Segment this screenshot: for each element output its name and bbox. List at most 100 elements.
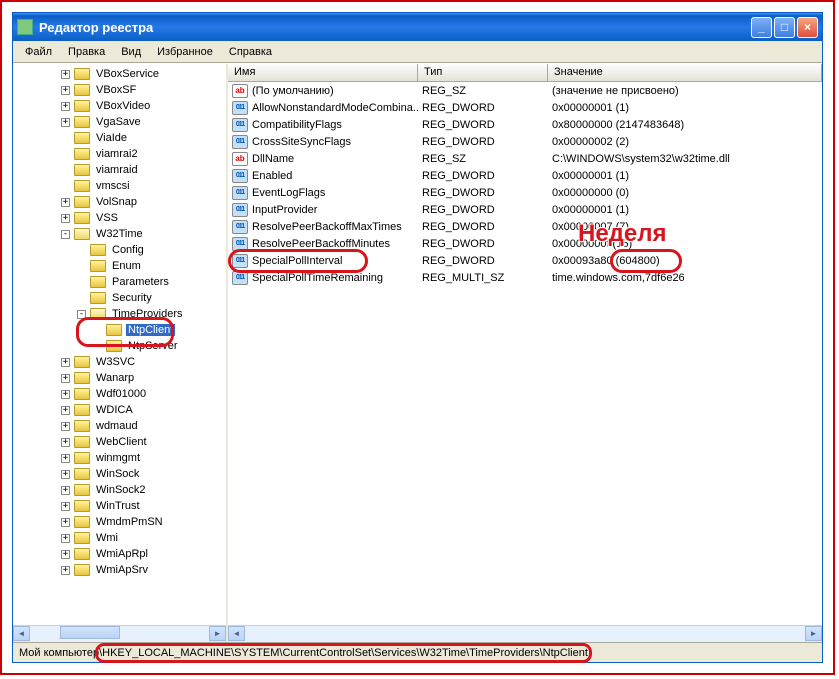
tree-label[interactable]: WDICA — [94, 404, 135, 416]
tree-item[interactable]: +VBoxSF — [13, 82, 226, 98]
tree-label[interactable]: NtpServer — [126, 340, 180, 352]
tree-label[interactable]: Parameters — [110, 276, 171, 288]
scroll-right-button[interactable]: ► — [209, 626, 226, 641]
expand-icon[interactable]: + — [61, 70, 70, 79]
tree-item[interactable]: ViaIde — [13, 130, 226, 146]
tree-label[interactable]: ViaIde — [94, 132, 129, 144]
menu-help[interactable]: Справка — [221, 44, 280, 60]
tree-label[interactable]: wdmaud — [94, 420, 140, 432]
value-row[interactable]: (По умолчанию)REG_SZ(значение не присвое… — [228, 82, 822, 99]
tree-label[interactable]: Config — [110, 244, 146, 256]
tree-label[interactable]: WinSock2 — [94, 484, 148, 496]
tree-item[interactable]: + WinSock — [13, 466, 226, 482]
menu-favorites[interactable]: Избранное — [149, 44, 221, 60]
tree-label[interactable]: Wdf01000 — [94, 388, 148, 400]
list-body[interactable]: Неделя (По умолчанию)REG_SZ(значение не … — [228, 82, 822, 625]
tree-label[interactable]: WinTrust — [94, 500, 142, 512]
tree-item[interactable]: + WebClient — [13, 434, 226, 450]
value-row[interactable]: SpecialPollTimeRemainingREG_MULTI_SZtime… — [228, 269, 822, 286]
tree-item[interactable]: viamraid — [13, 162, 226, 178]
tree-label[interactable]: WebClient — [94, 436, 149, 448]
tree-item[interactable]: - W32Time — [13, 226, 226, 242]
tree-item[interactable]: +winmgmt — [13, 450, 226, 466]
tree-label[interactable]: WmiApRpl — [94, 548, 150, 560]
expand-icon[interactable]: + — [61, 86, 70, 95]
value-row[interactable]: DllNameREG_SZC:\WINDOWS\system32\w32time… — [228, 150, 822, 167]
expand-icon[interactable]: + — [61, 358, 70, 367]
menu-view[interactable]: Вид — [113, 44, 149, 60]
expand-icon[interactable]: + — [61, 534, 70, 543]
tree-scrollbar-horizontal[interactable]: ◄ ► — [13, 625, 226, 642]
tree-item[interactable]: + WmdmPmSN — [13, 514, 226, 530]
expand-icon[interactable]: + — [61, 550, 70, 559]
tree-item[interactable]: + WinTrust — [13, 498, 226, 514]
tree-label[interactable]: viamraid — [94, 164, 140, 176]
tree-label[interactable]: W3SVC — [94, 356, 137, 368]
registry-tree[interactable]: +VBoxService+VBoxSF+VBoxVideo+VgaSaveVia… — [13, 64, 228, 642]
tree-label[interactable]: Security — [110, 292, 154, 304]
expand-icon[interactable]: + — [61, 374, 70, 383]
tree-item[interactable]: +wdmaud — [13, 418, 226, 434]
menu-file[interactable]: Файл — [17, 44, 60, 60]
collapse-icon[interactable]: - — [61, 230, 70, 239]
value-row[interactable]: ResolvePeerBackoffMinutesREG_DWORD0x0000… — [228, 235, 822, 252]
maximize-button[interactable]: □ — [774, 17, 795, 38]
expand-icon[interactable]: + — [61, 502, 70, 511]
tree-label[interactable]: WmdmPmSN — [94, 516, 165, 528]
value-row[interactable]: CompatibilityFlagsREG_DWORD0x80000000 (2… — [228, 116, 822, 133]
tree-item[interactable]: + VgaSave — [13, 114, 226, 130]
scroll-thumb[interactable] — [60, 626, 120, 639]
tree-item[interactable]: vmscsi — [13, 178, 226, 194]
tree-item[interactable]: + WmiApRpl — [13, 546, 226, 562]
collapse-icon[interactable]: - — [77, 310, 86, 319]
tree-label[interactable]: VBoxVideo — [94, 100, 152, 112]
minimize-button[interactable]: _ — [751, 17, 772, 38]
expand-icon[interactable]: + — [61, 470, 70, 479]
expand-icon[interactable]: + — [61, 390, 70, 399]
column-value[interactable]: Значение — [548, 64, 822, 81]
tree-label[interactable]: WmiApSrv — [94, 564, 150, 576]
tree-label[interactable]: W32Time — [94, 228, 145, 240]
expand-icon[interactable]: + — [61, 118, 70, 127]
tree-label[interactable]: VgaSave — [94, 116, 143, 128]
tree-item[interactable]: Enum — [13, 258, 226, 274]
list-scrollbar-horizontal[interactable]: ◄ ► — [228, 625, 822, 642]
tree-item[interactable]: + VSS — [13, 210, 226, 226]
tree-item[interactable]: + WDICA — [13, 402, 226, 418]
tree-item[interactable]: + Wanarp — [13, 370, 226, 386]
value-row[interactable]: InputProviderREG_DWORD0x00000001 (1) — [228, 201, 822, 218]
value-row[interactable]: ResolvePeerBackoffMaxTimesREG_DWORD0x000… — [228, 218, 822, 235]
tree-item[interactable]: + VBoxService — [13, 66, 226, 82]
expand-icon[interactable]: + — [61, 566, 70, 575]
tree-item[interactable]: +VolSnap — [13, 194, 226, 210]
tree-item[interactable]: + W3SVC — [13, 354, 226, 370]
tree-label[interactable]: viamrai2 — [94, 148, 140, 160]
tree-label[interactable]: VolSnap — [94, 196, 139, 208]
tree-label[interactable]: TimeProviders — [110, 308, 185, 320]
tree-item[interactable]: + WmiApSrv — [13, 562, 226, 578]
tree-label[interactable]: WinSock — [94, 468, 141, 480]
expand-icon[interactable]: + — [61, 486, 70, 495]
tree-item[interactable]: + Wdf01000 — [13, 386, 226, 402]
tree-label[interactable]: winmgmt — [94, 452, 142, 464]
scroll-left-button[interactable]: ◄ — [13, 626, 30, 641]
titlebar[interactable]: Редактор реестра _ □ × — [13, 13, 822, 41]
close-button[interactable]: × — [797, 17, 818, 38]
value-row[interactable]: CrossSiteSyncFlagsREG_DWORD0x00000002 (2… — [228, 133, 822, 150]
expand-icon[interactable]: + — [61, 438, 70, 447]
expand-icon[interactable]: + — [61, 406, 70, 415]
column-name[interactable]: Имя — [228, 64, 418, 81]
scroll-right-button[interactable]: ► — [805, 626, 822, 641]
tree-label[interactable]: NtpClient — [126, 324, 175, 336]
value-row[interactable]: SpecialPollIntervalREG_DWORD0x00093a80 (… — [228, 252, 822, 269]
tree-item[interactable]: + WinSock2 — [13, 482, 226, 498]
tree-item[interactable]: + VBoxVideo — [13, 98, 226, 114]
expand-icon[interactable]: + — [61, 102, 70, 111]
tree-label[interactable]: VSS — [94, 212, 120, 224]
tree-label[interactable]: Wanarp — [94, 372, 136, 384]
tree-label[interactable]: VBoxService — [94, 68, 161, 80]
column-type[interactable]: Тип — [418, 64, 548, 81]
tree-item[interactable]: Security — [13, 290, 226, 306]
expand-icon[interactable]: + — [61, 518, 70, 527]
expand-icon[interactable]: + — [61, 214, 70, 223]
